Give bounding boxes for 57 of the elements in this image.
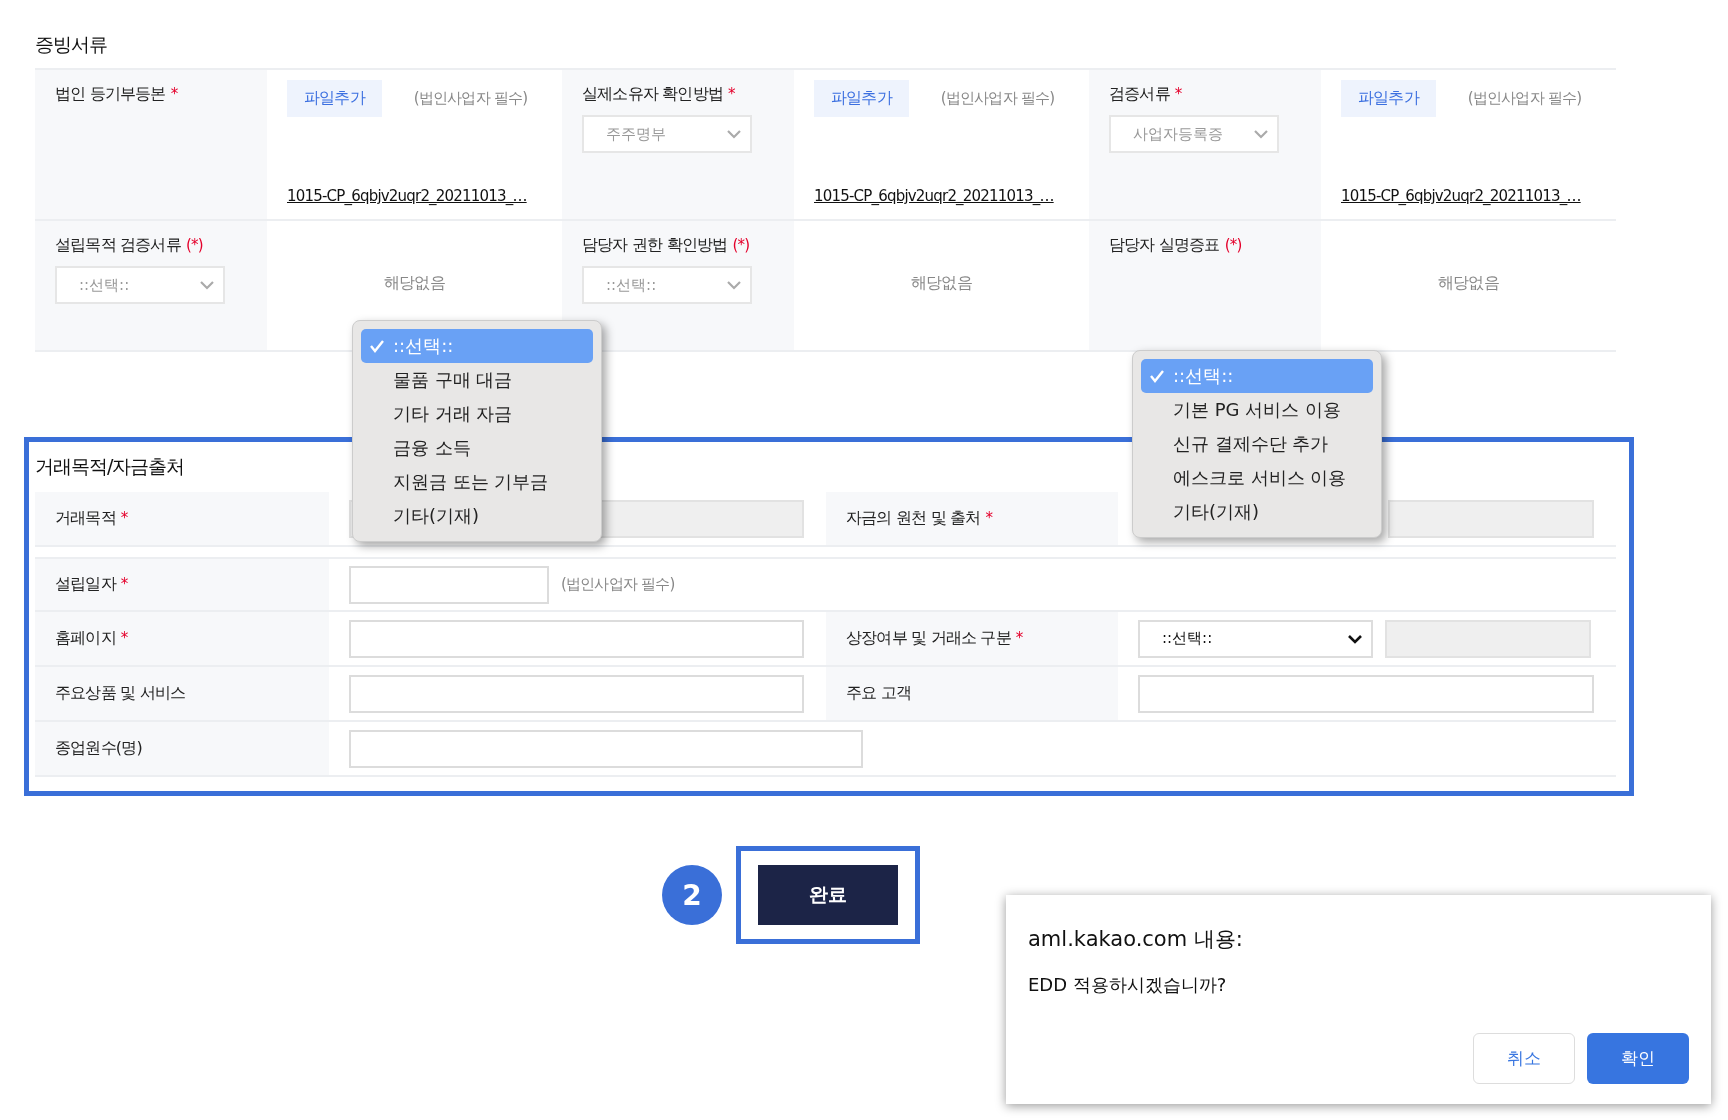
field-label: 거래목적 *: [55, 508, 128, 529]
field-label: 법인 등기부등본 *: [55, 84, 179, 105]
menu-option[interactable]: 기타 거래 자금: [361, 397, 593, 431]
field-label: 설립일자 *: [55, 574, 128, 595]
add-file-button[interactable]: 파일추가: [1341, 80, 1436, 117]
field-label: 검증서류 *: [1109, 84, 1183, 105]
field-label: 상장여부 및 거래소 구분 *: [846, 628, 1023, 649]
empty-value-text: 해당없음: [384, 273, 445, 294]
check-icon: [369, 339, 385, 353]
field-label: 주요상품 및 서비스: [55, 683, 186, 704]
menu-option[interactable]: 기본 PG 서비스 이용: [1141, 393, 1373, 427]
chevron-down-icon: [199, 280, 215, 290]
field-label: 홈페이지 *: [55, 628, 128, 649]
hint-text: (법인사업자 필수): [1467, 89, 1582, 108]
empty-value-text: 해당없음: [911, 273, 972, 294]
hint-text: (법인사업자 필수): [413, 89, 528, 108]
file-link[interactable]: 1015-CP_6qbjv2uqr2_20211013_…: [287, 187, 527, 205]
field-label: 자금의 원천 및 출처 *: [846, 508, 993, 529]
select-field[interactable]: ::선택::: [1138, 619, 1373, 658]
cancel-button[interactable]: 취소: [1473, 1033, 1575, 1084]
field-label: 담당자 실명증표 (*): [1109, 235, 1243, 256]
menu-option[interactable]: 에스크로 서비스 이용: [1141, 461, 1373, 495]
menu-option[interactable]: 기타(기재): [1141, 495, 1373, 529]
section-title: 거래목적/자금출처: [35, 454, 185, 479]
confirm-button[interactable]: 확인: [1587, 1033, 1689, 1084]
dialog-title: aml.kakao.com 내용:: [1028, 926, 1244, 953]
empty-value-text: 해당없음: [1438, 273, 1499, 294]
menu-option[interactable]: 기타(기재): [361, 499, 593, 533]
chevron-down-icon: [726, 280, 742, 290]
text-input[interactable]: [349, 565, 549, 604]
chevron-down-icon: [1253, 129, 1269, 139]
field-label: 실제소유자 확인방법 *: [582, 84, 736, 105]
section-title: 증빙서류: [35, 32, 107, 57]
add-file-button[interactable]: 파일추가: [287, 80, 382, 117]
text-input[interactable]: [349, 729, 863, 768]
dialog-message: EDD 적용하시겠습니까?: [1028, 973, 1228, 997]
hint-text: (법인사업자 필수): [940, 89, 1055, 108]
text-input[interactable]: [349, 674, 804, 713]
field-label: 종업원수(명): [55, 738, 142, 759]
text-input[interactable]: [1138, 674, 1594, 713]
check-icon: [1149, 369, 1165, 383]
step-badge: 2: [662, 865, 722, 925]
field-label: 주요 고객: [846, 683, 912, 704]
text-input[interactable]: [349, 619, 804, 658]
hint-text: (법인사업자 필수): [561, 575, 675, 594]
field-label: 설립목적 검증서류 (*): [55, 235, 204, 256]
file-link[interactable]: 1015-CP_6qbjv2uqr2_20211013_…: [814, 187, 1054, 205]
chevron-down-icon: [1347, 633, 1363, 644]
add-file-button[interactable]: 파일추가: [814, 80, 909, 117]
menu-option[interactable]: 물품 구매 대금: [361, 363, 593, 397]
file-link[interactable]: 1015-CP_6qbjv2uqr2_20211013_…: [1341, 187, 1581, 205]
menu-option[interactable]: 금융 소득: [361, 431, 593, 465]
menu-option[interactable]: 신규 결제수단 추가: [1141, 427, 1373, 461]
menu-option[interactable]: 지원금 또는 기부금: [361, 465, 593, 499]
chevron-down-icon: [726, 129, 742, 139]
field-label: 담당자 권한 확인방법 (*): [582, 235, 751, 256]
complete-button[interactable]: 완료: [758, 865, 898, 925]
